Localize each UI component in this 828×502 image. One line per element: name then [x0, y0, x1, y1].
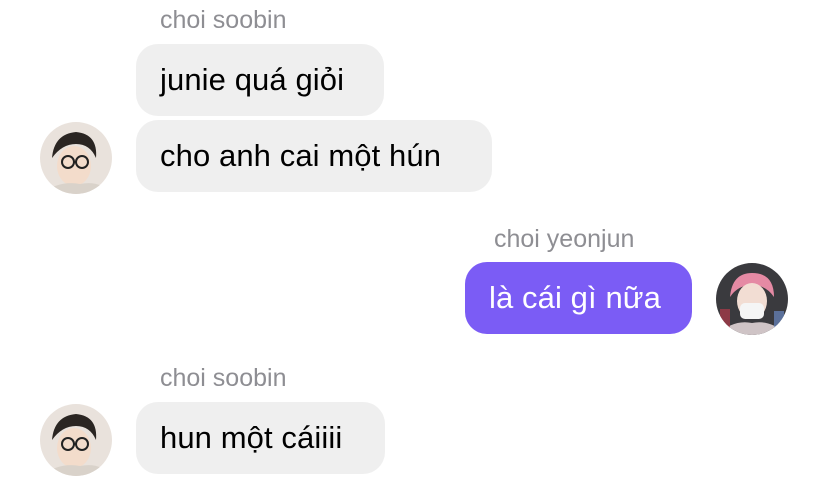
sender-name: choi yeonjun: [494, 225, 635, 253]
message-bubble[interactable]: là cái gì nữa: [465, 262, 692, 334]
avatar-yeonjun-icon: [716, 263, 788, 335]
avatar-soobin[interactable]: [40, 122, 112, 194]
message-bubble[interactable]: hun một cáiiii: [136, 402, 385, 474]
avatar-yeonjun[interactable]: [716, 263, 788, 335]
avatar-soobin-icon: [40, 122, 112, 194]
sender-name: choi soobin: [160, 364, 287, 392]
message-bubble[interactable]: cho anh cai một hún: [136, 120, 492, 192]
avatar-soobin[interactable]: [40, 404, 112, 476]
avatar-soobin-icon: [40, 404, 112, 476]
sender-name: choi soobin: [160, 6, 287, 34]
message-bubble[interactable]: junie quá giỏi: [136, 44, 384, 116]
chat-screen: { "messages": [ {"sender": "choi soobin"…: [0, 0, 828, 502]
